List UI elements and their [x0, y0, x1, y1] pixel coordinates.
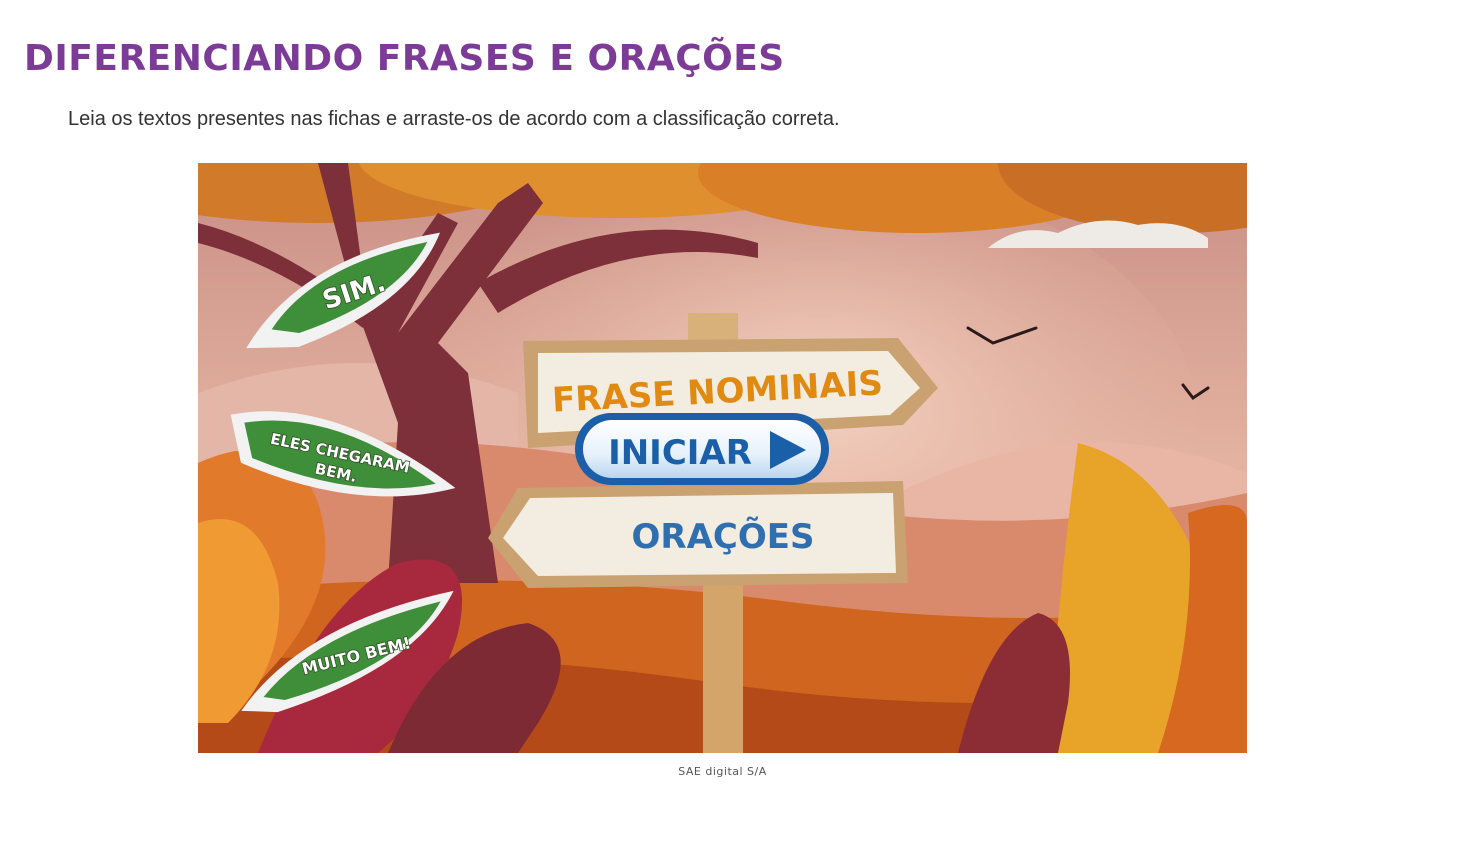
sign-bottom: ORAÇÕES — [488, 481, 908, 588]
start-button[interactable]: INICIAR — [575, 413, 829, 485]
image-caption: SAE digital S/A — [678, 765, 767, 778]
page-title: DIFERENCIANDO FRASES E ORAÇÕES — [24, 38, 785, 79]
instructions-text: Leia os textos presentes nas fichas e ar… — [68, 108, 840, 130]
game-frame[interactable]: FRASE NOMINAIS ORAÇÕES INICIAR SIM. ELES… — [198, 163, 1247, 753]
start-button-label: INICIAR — [608, 433, 752, 473]
sign-bottom-label: ORAÇÕES — [632, 516, 815, 557]
